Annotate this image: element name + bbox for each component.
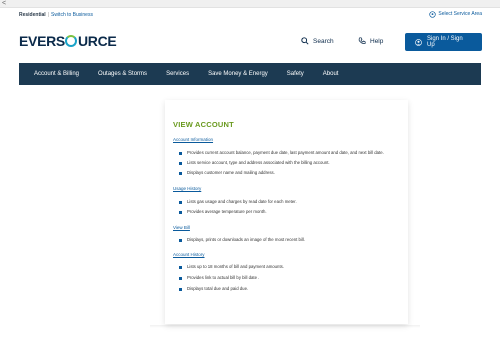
bullet-icon [179,151,182,155]
sign-in-button[interactable]: Sign In / Sign Up [405,33,482,51]
list-item: Provides current account balance, paymen… [179,150,384,156]
separator: | [47,12,49,18]
bullet-icon [179,265,182,269]
list-item: Displays customer name and mailing addre… [179,170,275,176]
browser-top-strip: < [0,0,500,8]
list-item: Provides average temperature per month. [179,209,267,215]
service-area-label: Select Service Area [438,11,482,17]
list-item: Displays, prints or downloads an image o… [179,237,305,243]
view-account-card: VIEW ACCOUNT Account Information Provide… [165,100,408,324]
utility-bar: Residential | Switch to Business Select Se… [0,9,500,23]
list-item: Lists up to 18 months of bill and paymen… [179,264,284,270]
segment-switcher: Residential | Switch to Business [19,11,93,19]
list-item: Lists gas usage and charges by read date… [179,199,297,205]
list-item: Lists service account, type and address … [179,160,330,166]
bullet-icon [179,238,182,242]
back-caret-icon[interactable]: < [2,0,6,8]
bullet-icon [179,276,182,280]
logo-ring-icon [65,35,78,47]
bullet-icon [179,200,182,204]
list-item: Provides link to actual bill by bill dat… [179,275,259,281]
bullet-icon [179,210,182,214]
search-label: Search [313,37,334,45]
phone-icon [358,37,366,44]
view-bill-link[interactable]: View Bill [173,225,190,230]
logo-text-part1: EVERS [19,33,65,49]
bullet-icon [179,287,182,291]
page-title: VIEW ACCOUNT [173,120,234,129]
nav-account-billing[interactable]: Account & Billing [34,71,79,77]
bullet-icon [179,171,182,175]
select-service-area-link[interactable]: Select Service Area [429,10,482,18]
account-history-link[interactable]: Account History [173,252,205,257]
main-nav: Account & Billing Outages & Storms Servi… [19,63,481,85]
list-item: Displays total due and paid due. [179,286,248,292]
help-label: Help [370,37,384,45]
search-button[interactable]: Search [301,37,334,45]
site-header: EVERS URCE Search Help Sign In / Sign Up [0,28,500,58]
switch-business-link[interactable]: Switch to Business [51,12,93,18]
sign-in-label: Sign In / Sign Up [427,35,463,49]
residential-label: Residential [19,12,46,18]
location-pin-icon [429,10,437,18]
account-information-link[interactable]: Account Information [173,137,213,142]
card-shadow [150,325,420,328]
search-icon [301,37,309,45]
nav-services[interactable]: Services [166,71,189,77]
eversource-logo[interactable]: EVERS URCE [19,33,117,49]
nav-about[interactable]: About [323,71,339,77]
usage-history-link[interactable]: Usage History [173,186,201,191]
bullet-icon [179,161,182,165]
nav-safety[interactable]: Safety [287,71,304,77]
nav-save-money-energy[interactable]: Save Money & Energy [208,71,268,77]
nav-outages-storms[interactable]: Outages & Storms [98,71,147,77]
user-icon [415,38,422,46]
logo-text-part2: URCE [77,33,117,49]
help-button[interactable]: Help [358,37,383,45]
